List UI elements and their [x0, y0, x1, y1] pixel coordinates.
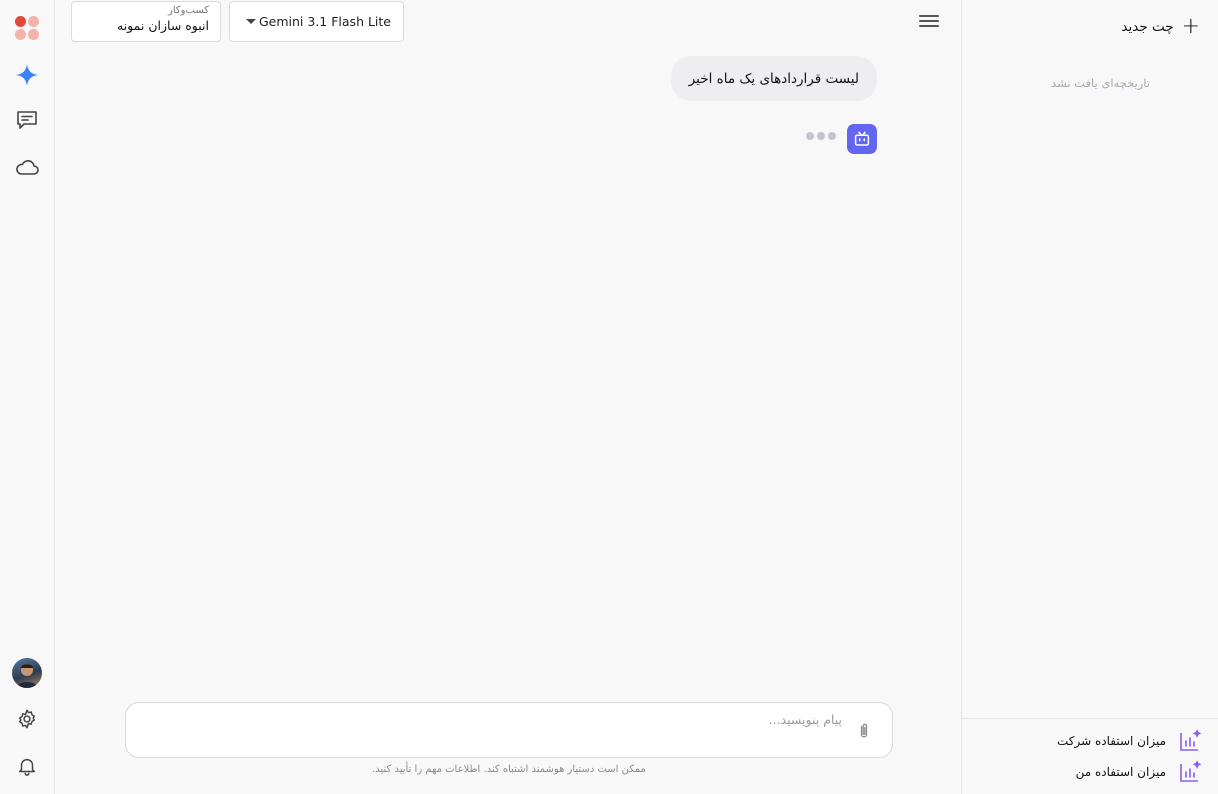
- sidebar-footer: میزان استفاده شرکت میزان استفاده من: [962, 718, 1218, 782]
- bell-icon[interactable]: [13, 752, 41, 780]
- business-value: انبوه سازان نمونه: [117, 18, 209, 33]
- chat-icon[interactable]: [13, 106, 41, 134]
- logo-dot: [15, 29, 26, 40]
- business-selector[interactable]: کسب‌وکار انبوه سازان نمونه: [71, 1, 221, 42]
- message-input[interactable]: [170, 712, 842, 750]
- usage-company-button[interactable]: میزان استفاده شرکت: [1057, 729, 1202, 752]
- paperclip-icon[interactable]: [854, 721, 874, 741]
- message-composer: [125, 702, 893, 758]
- logo-dot: [28, 16, 39, 27]
- logo-dot: [15, 16, 26, 27]
- usage-company-label: میزان استفاده شرکت: [1057, 734, 1166, 748]
- chevron-down-icon: [246, 19, 256, 24]
- typing-indicator: [806, 132, 836, 140]
- model-label: Gemini 3.1 Flash Lite: [258, 14, 391, 29]
- usage-chart-icon: [1180, 760, 1202, 782]
- avatar[interactable]: [12, 658, 42, 688]
- new-chat-label: چت جدید: [1121, 19, 1174, 35]
- cloud-icon[interactable]: [13, 153, 41, 181]
- model-selector[interactable]: Gemini 3.1 Flash Lite: [229, 1, 404, 42]
- hamburger-icon[interactable]: [919, 13, 939, 31]
- sparkle-icon[interactable]: [13, 61, 41, 89]
- business-caption: کسب‌وکار: [168, 5, 209, 16]
- bot-avatar: [847, 124, 877, 154]
- new-chat-button[interactable]: + چت جدید: [1121, 14, 1200, 40]
- gear-icon[interactable]: [13, 705, 41, 733]
- plus-icon: +: [1181, 14, 1200, 39]
- history-sidebar: + چت جدید تاریخچه‌ای یافت نشد میزان استف…: [961, 0, 1218, 794]
- usage-mine-label: میزان استفاده من: [1075, 765, 1166, 779]
- empty-history-text: تاریخچه‌ای یافت نشد: [1051, 76, 1150, 90]
- robot-icon: [854, 131, 870, 146]
- logo-dot: [28, 29, 39, 40]
- disclaimer: ممکن است دستیار هوشمند اشتباه کند. اطلاع…: [372, 764, 646, 775]
- chat-main: کسب‌وکار انبوه سازان نمونه Gemini 3.1 Fl…: [55, 0, 961, 794]
- user-message: لیست قراردادهای یک ماه اخیر: [670, 56, 877, 101]
- usage-chart-icon: [1180, 729, 1202, 751]
- app-logo[interactable]: [15, 16, 39, 40]
- usage-mine-button[interactable]: میزان استفاده من: [1075, 760, 1202, 783]
- icon-rail: [0, 0, 55, 794]
